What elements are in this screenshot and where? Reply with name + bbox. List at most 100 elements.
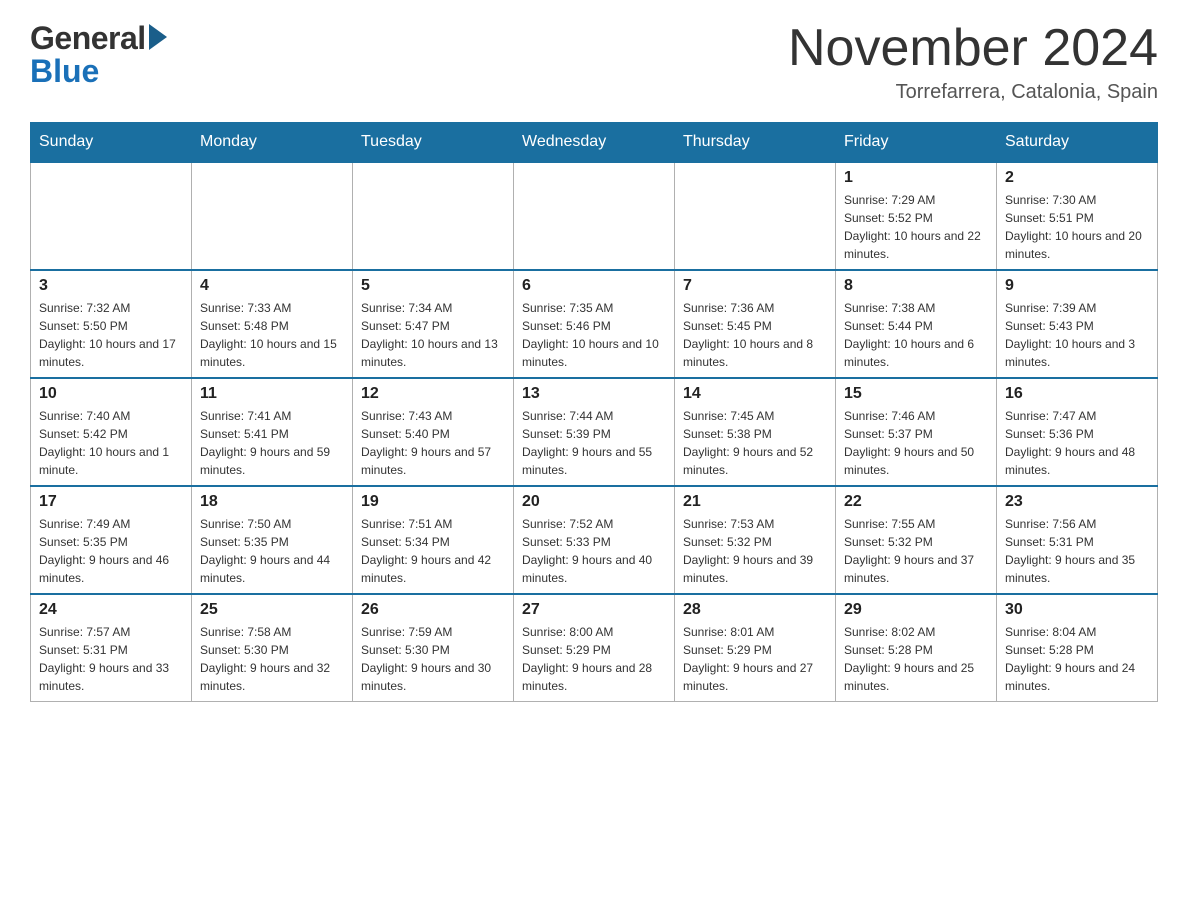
day-info: Sunrise: 8:00 AMSunset: 5:29 PMDaylight:… (522, 623, 666, 695)
location-text: Torrefarrera, Catalonia, Spain (788, 81, 1158, 104)
calendar-cell (192, 162, 353, 270)
calendar-header-saturday: Saturday (997, 123, 1158, 163)
calendar-header-wednesday: Wednesday (514, 123, 675, 163)
month-title: November 2024 (788, 20, 1158, 77)
day-info: Sunrise: 7:34 AMSunset: 5:47 PMDaylight:… (361, 299, 505, 371)
day-info: Sunrise: 7:53 AMSunset: 5:32 PMDaylight:… (683, 515, 827, 587)
day-info: Sunrise: 7:39 AMSunset: 5:43 PMDaylight:… (1005, 299, 1149, 371)
day-info: Sunrise: 7:49 AMSunset: 5:35 PMDaylight:… (39, 515, 183, 587)
day-number: 3 (39, 277, 183, 295)
title-section: November 2024 Torrefarrera, Catalonia, S… (788, 20, 1158, 104)
calendar-cell: 23 Sunrise: 7:56 AMSunset: 5:31 PMDayligh… (997, 486, 1158, 594)
day-info: Sunrise: 7:57 AMSunset: 5:31 PMDaylight:… (39, 623, 183, 695)
calendar-cell: 8 Sunrise: 7:38 AMSunset: 5:44 PMDaylight… (836, 270, 997, 378)
calendar-cell: 13 Sunrise: 7:44 AMSunset: 5:39 PMDayligh… (514, 378, 675, 486)
calendar-header-sunday: Sunday (31, 123, 192, 163)
day-number: 12 (361, 385, 505, 403)
day-number: 17 (39, 493, 183, 511)
calendar-header-row: SundayMondayTuesdayWednesdayThursdayFrid… (31, 123, 1158, 163)
day-info: Sunrise: 7:46 AMSunset: 5:37 PMDaylight:… (844, 407, 988, 479)
day-number: 10 (39, 385, 183, 403)
day-info: Sunrise: 7:40 AMSunset: 5:42 PMDaylight:… (39, 407, 183, 479)
day-info: Sunrise: 7:44 AMSunset: 5:39 PMDaylight:… (522, 407, 666, 479)
day-info: Sunrise: 7:41 AMSunset: 5:41 PMDaylight:… (200, 407, 344, 479)
day-info: Sunrise: 7:32 AMSunset: 5:50 PMDaylight:… (39, 299, 183, 371)
calendar-cell: 11Sunrise: 7:41 AMSunset: 5:41 PMDayligh… (192, 378, 353, 486)
logo: General Blue (30, 20, 167, 90)
calendar-cell: 19 Sunrise: 7:51 AMSunset: 5:34 PMDayligh… (353, 486, 514, 594)
page-header: General Blue November 2024 Torrefarrera,… (30, 20, 1158, 104)
calendar-table: SundayMondayTuesdayWednesdayThursdayFrid… (30, 122, 1158, 702)
day-info: Sunrise: 7:36 AMSunset: 5:45 PMDaylight:… (683, 299, 827, 371)
calendar-cell (675, 162, 836, 270)
day-info: Sunrise: 7:56 AMSunset: 5:31 PMDaylight:… (1005, 515, 1149, 587)
day-number: 23 (1005, 493, 1149, 511)
day-number: 13 (522, 385, 666, 403)
logo-arrow-icon (149, 24, 167, 50)
calendar-cell: 25Sunrise: 7:58 AMSunset: 5:30 PMDayligh… (192, 594, 353, 702)
day-number: 6 (522, 277, 666, 295)
day-info: Sunrise: 7:52 AMSunset: 5:33 PMDaylight:… (522, 515, 666, 587)
day-info: Sunrise: 7:30 AMSunset: 5:51 PMDaylight:… (1005, 191, 1149, 263)
calendar-cell: 27Sunrise: 8:00 AMSunset: 5:29 PMDayligh… (514, 594, 675, 702)
day-number: 15 (844, 385, 988, 403)
day-info: Sunrise: 8:04 AMSunset: 5:28 PMDaylight:… (1005, 623, 1149, 695)
calendar-cell: 1 Sunrise: 7:29 AMSunset: 5:52 PMDaylight… (836, 162, 997, 270)
calendar-cell: 16 Sunrise: 7:47 AMSunset: 5:36 PMDayligh… (997, 378, 1158, 486)
calendar-cell: 26 Sunrise: 7:59 AMSunset: 5:30 PMDayligh… (353, 594, 514, 702)
day-number: 14 (683, 385, 827, 403)
day-info: Sunrise: 7:35 AMSunset: 5:46 PMDaylight:… (522, 299, 666, 371)
day-info: Sunrise: 7:50 AMSunset: 5:35 PMDaylight:… (200, 515, 344, 587)
calendar-cell: 5 Sunrise: 7:34 AMSunset: 5:47 PMDaylight… (353, 270, 514, 378)
day-number: 19 (361, 493, 505, 511)
calendar-cell: 18 Sunrise: 7:50 AMSunset: 5:35 PMDayligh… (192, 486, 353, 594)
day-info: Sunrise: 7:47 AMSunset: 5:36 PMDaylight:… (1005, 407, 1149, 479)
calendar-header-tuesday: Tuesday (353, 123, 514, 163)
calendar-cell (353, 162, 514, 270)
calendar-cell: 9 Sunrise: 7:39 AMSunset: 5:43 PMDaylight… (997, 270, 1158, 378)
calendar-cell: 21Sunrise: 7:53 AMSunset: 5:32 PMDayligh… (675, 486, 836, 594)
day-number: 4 (200, 277, 344, 295)
day-number: 9 (1005, 277, 1149, 295)
day-number: 8 (844, 277, 988, 295)
day-info: Sunrise: 7:33 AMSunset: 5:48 PMDaylight:… (200, 299, 344, 371)
day-number: 5 (361, 277, 505, 295)
day-info: Sunrise: 7:38 AMSunset: 5:44 PMDaylight:… (844, 299, 988, 371)
calendar-week-row: 3 Sunrise: 7:32 AMSunset: 5:50 PMDaylight… (31, 270, 1158, 378)
day-info: Sunrise: 8:02 AMSunset: 5:28 PMDaylight:… (844, 623, 988, 695)
calendar-cell: 6 Sunrise: 7:35 AMSunset: 5:46 PMDaylight… (514, 270, 675, 378)
day-number: 1 (844, 169, 988, 187)
day-info: Sunrise: 7:51 AMSunset: 5:34 PMDaylight:… (361, 515, 505, 587)
day-number: 29 (844, 601, 988, 619)
day-number: 2 (1005, 169, 1149, 187)
calendar-week-row: 1 Sunrise: 7:29 AMSunset: 5:52 PMDaylight… (31, 162, 1158, 270)
day-number: 30 (1005, 601, 1149, 619)
day-number: 16 (1005, 385, 1149, 403)
calendar-cell: 2 Sunrise: 7:30 AMSunset: 5:51 PMDaylight… (997, 162, 1158, 270)
day-number: 24 (39, 601, 183, 619)
calendar-week-row: 24 Sunrise: 7:57 AMSunset: 5:31 PMDayligh… (31, 594, 1158, 702)
calendar-cell: 20 Sunrise: 7:52 AMSunset: 5:33 PMDayligh… (514, 486, 675, 594)
day-number: 20 (522, 493, 666, 511)
day-number: 22 (844, 493, 988, 511)
day-info: Sunrise: 7:43 AMSunset: 5:40 PMDaylight:… (361, 407, 505, 479)
calendar-cell: 30 Sunrise: 8:04 AMSunset: 5:28 PMDayligh… (997, 594, 1158, 702)
calendar-week-row: 10 Sunrise: 7:40 AMSunset: 5:42 PMDayligh… (31, 378, 1158, 486)
day-info: Sunrise: 7:58 AMSunset: 5:30 PMDaylight:… (200, 623, 344, 695)
calendar-cell (514, 162, 675, 270)
day-number: 18 (200, 493, 344, 511)
day-info: Sunrise: 8:01 AMSunset: 5:29 PMDaylight:… (683, 623, 827, 695)
calendar-cell: 4 Sunrise: 7:33 AMSunset: 5:48 PMDaylight… (192, 270, 353, 378)
calendar-cell: 22Sunrise: 7:55 AMSunset: 5:32 PMDayligh… (836, 486, 997, 594)
calendar-cell: 15 Sunrise: 7:46 AMSunset: 5:37 PMDayligh… (836, 378, 997, 486)
calendar-cell: 24 Sunrise: 7:57 AMSunset: 5:31 PMDayligh… (31, 594, 192, 702)
day-info: Sunrise: 7:59 AMSunset: 5:30 PMDaylight:… (361, 623, 505, 695)
calendar-cell: 14Sunrise: 7:45 AMSunset: 5:38 PMDayligh… (675, 378, 836, 486)
calendar-cell: 17 Sunrise: 7:49 AMSunset: 5:35 PMDayligh… (31, 486, 192, 594)
day-number: 26 (361, 601, 505, 619)
day-number: 28 (683, 601, 827, 619)
calendar-cell: 12 Sunrise: 7:43 AMSunset: 5:40 PMDayligh… (353, 378, 514, 486)
calendar-cell (31, 162, 192, 270)
calendar-cell: 28 Sunrise: 8:01 AMSunset: 5:29 PMDayligh… (675, 594, 836, 702)
day-info: Sunrise: 7:29 AMSunset: 5:52 PMDaylight:… (844, 191, 988, 263)
